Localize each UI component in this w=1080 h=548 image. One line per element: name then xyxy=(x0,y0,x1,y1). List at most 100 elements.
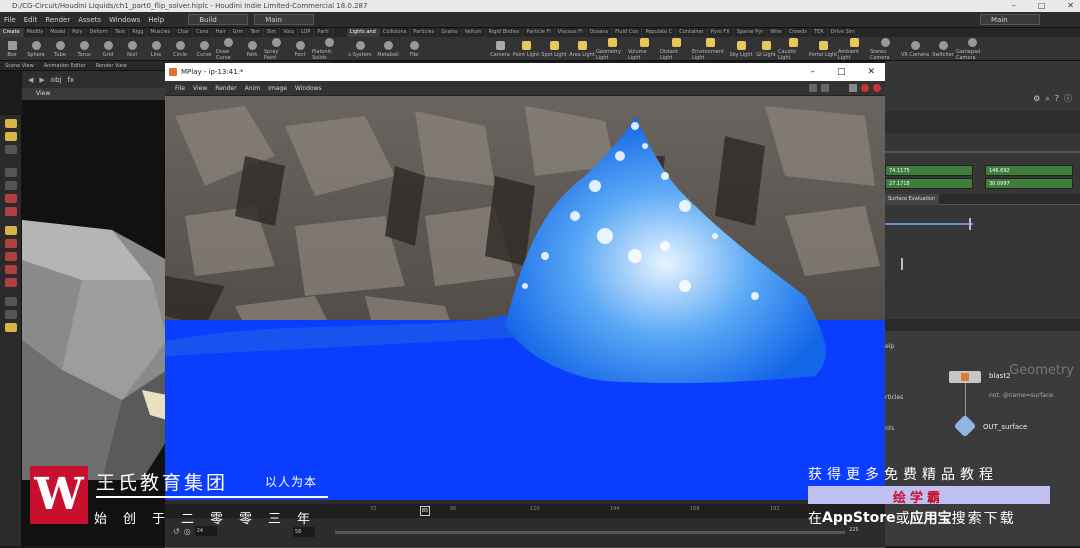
shelf-tab[interactable]: Terr xyxy=(247,28,264,37)
tool-distant-light[interactable]: Distant Light xyxy=(660,36,692,61)
tool-curve[interactable]: Curve xyxy=(192,39,216,58)
search-icon[interactable]: ⌕ xyxy=(1045,94,1049,104)
tool-platonic[interactable]: Platonic Solids xyxy=(312,36,346,61)
slider-handle[interactable] xyxy=(969,218,971,230)
shelf-tab[interactable]: Collisions xyxy=(380,28,411,37)
move-tool-icon[interactable] xyxy=(4,145,17,154)
shelf-tab[interactable]: Rigid Bodies xyxy=(486,28,524,37)
drag-tool-icon[interactable] xyxy=(4,278,17,287)
gear-icon[interactable]: ⚙ xyxy=(1033,94,1040,103)
context-dropdown[interactable]: Main xyxy=(254,14,315,25)
value-field[interactable]: 74.1175 xyxy=(885,165,973,176)
handle-tool-icon[interactable] xyxy=(4,194,17,203)
tool-lsystem[interactable]: L-System xyxy=(346,39,374,58)
shelf-tab[interactable]: Muscles xyxy=(147,28,175,37)
tab-render-view[interactable]: Render View xyxy=(91,61,132,71)
shelf-tab[interactable]: Particle Fl xyxy=(523,28,555,37)
shelf-tab[interactable]: Particles xyxy=(410,28,439,37)
tool-point-light[interactable]: Point Light xyxy=(512,39,540,58)
tool-font[interactable]: Font xyxy=(288,39,312,58)
menu-render[interactable]: Render xyxy=(41,16,74,24)
menu-edit[interactable]: Edit xyxy=(20,16,42,24)
tool-null[interactable]: Null xyxy=(120,39,144,58)
tab-scene-view[interactable]: Scene View xyxy=(0,61,39,71)
shelf-tab[interactable]: Modify xyxy=(24,28,48,37)
menu-assets[interactable]: Assets xyxy=(74,16,105,24)
mplay-maximize-button[interactable]: □ xyxy=(837,63,846,81)
surface-evaluation-tab[interactable]: Surface Evaluation xyxy=(885,194,1080,205)
tool-draw-curve[interactable]: Draw Curve xyxy=(216,36,240,61)
shelf-tab[interactable]: Sparse Pyr xyxy=(734,28,768,37)
help-icon[interactable]: ? xyxy=(1055,94,1059,103)
shelf-tab[interactable]: Cons xyxy=(193,28,213,37)
tool-gi-light[interactable]: GI Light xyxy=(754,39,778,58)
shelf-tab[interactable]: Poly xyxy=(69,28,87,37)
tool-portal-light[interactable]: Portal Light xyxy=(808,39,838,58)
view-tool-icon[interactable] xyxy=(4,132,17,141)
shelf-tab[interactable]: Rigg xyxy=(129,28,148,37)
camera-tool-icon[interactable] xyxy=(4,310,17,319)
tool-circle[interactable]: Circle xyxy=(168,39,192,58)
magnet-tool-icon[interactable] xyxy=(4,252,17,261)
path-obj[interactable]: obj xyxy=(51,76,62,84)
scale-tool-icon[interactable] xyxy=(4,181,17,190)
mplay-minimize-button[interactable]: – xyxy=(810,63,815,81)
value-field[interactable]: 146.692 xyxy=(985,165,1073,176)
group-tool-icon[interactable] xyxy=(4,265,17,274)
tool-geometry-light[interactable]: Geometry Light xyxy=(596,36,628,61)
slider-handle[interactable] xyxy=(901,258,903,270)
record-icon[interactable] xyxy=(861,84,869,92)
tool-line[interactable]: Line xyxy=(144,39,168,58)
shelf-tab-create[interactable]: Create xyxy=(0,28,24,37)
shelf-tab[interactable]: Text xyxy=(112,28,130,37)
value-field[interactable]: 27.1718 xyxy=(885,178,973,189)
tool-volume-light[interactable]: Volume Light xyxy=(628,36,660,61)
minimize-button[interactable]: – xyxy=(1012,0,1016,12)
tool-camera[interactable]: Camera xyxy=(488,39,512,58)
close-button[interactable]: ✕ xyxy=(1067,0,1074,12)
value-field[interactable]: 30.0997 xyxy=(985,178,1073,189)
menu-help[interactable]: Help xyxy=(144,16,168,24)
range-slider[interactable] xyxy=(335,531,845,534)
tool-stereo-camera[interactable]: Stereo Camera xyxy=(870,36,900,61)
slider-track[interactable] xyxy=(885,151,1080,153)
tool-tube[interactable]: Tube xyxy=(48,39,72,58)
record-button-icon[interactable]: ◎ xyxy=(184,527,191,536)
slider[interactable] xyxy=(885,223,973,225)
shelf-tab[interactable]: Viscous Fl xyxy=(555,28,587,37)
menu-windows[interactable]: Windows xyxy=(105,16,144,24)
mplay-menu-render[interactable]: Render xyxy=(211,81,240,96)
shelf-tab[interactable]: Grains xyxy=(438,28,462,37)
mplay-menu-file[interactable]: File xyxy=(171,81,189,96)
blast-node[interactable] xyxy=(949,371,981,383)
loop-icon[interactable]: ↺ xyxy=(173,527,180,536)
tool-box[interactable]: Box xyxy=(0,39,24,58)
shelf-tab[interactable]: Model xyxy=(47,28,70,37)
shelf-tab[interactable]: Deform xyxy=(86,28,113,37)
tool-sphere[interactable]: Sphere xyxy=(24,39,48,58)
forward-arrow-icon[interactable]: ▶ xyxy=(39,76,44,84)
shelf-tab-lights[interactable]: Lights and xyxy=(346,28,380,37)
tool-torus[interactable]: Torus xyxy=(72,39,96,58)
snap-tool-icon[interactable] xyxy=(4,239,17,248)
pose-tool-icon[interactable] xyxy=(4,207,17,216)
rotate-tool-icon[interactable] xyxy=(4,168,17,177)
step-field[interactable]: 58 xyxy=(293,527,315,537)
mplay-menu-anim[interactable]: Anim xyxy=(241,81,264,96)
render-image[interactable] xyxy=(165,96,885,500)
mplay-toolbar-icon[interactable] xyxy=(821,84,829,92)
tool-ambient-light[interactable]: Ambient Light xyxy=(838,36,870,61)
tool-metaball[interactable]: Metaball xyxy=(374,39,402,58)
right-desktop-dropdown[interactable]: Main xyxy=(980,14,1040,25)
select-tool-icon[interactable] xyxy=(4,119,17,128)
path-fx[interactable]: fx xyxy=(67,76,74,84)
start-frame-field[interactable]: 24 xyxy=(194,526,217,536)
display-tool-icon[interactable] xyxy=(4,297,17,306)
current-frame-marker[interactable]: 85 xyxy=(420,506,430,516)
menu-file[interactable]: File xyxy=(0,16,20,24)
mplay-toolbar-icon[interactable] xyxy=(809,84,817,92)
paint-tool-icon[interactable] xyxy=(4,226,17,235)
mplay-toolbar-icon[interactable] xyxy=(849,84,857,92)
tool-vr-camera[interactable]: VR Camera xyxy=(900,39,930,58)
record-icon[interactable] xyxy=(873,84,881,92)
